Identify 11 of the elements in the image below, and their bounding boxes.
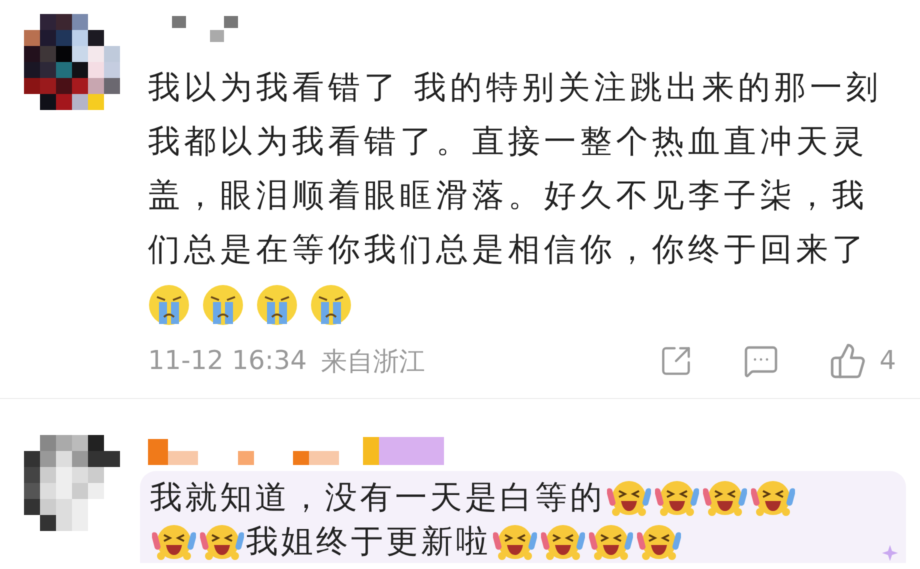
sparkle-icon bbox=[882, 545, 898, 561]
comment-time: 11-12 16:34 bbox=[148, 346, 307, 376]
comment-text: 我以为我看错了 我的特别关注跳出来的那一刻我都以为我看错了。直接一整个热血直冲天灵盖，眼泪顺着眼眶滑落。好久不见李子柒，我们总是在等你我们总是相信你，你终于回来了 bbox=[148, 67, 884, 270]
crying-face-icon bbox=[256, 284, 298, 326]
like-button[interactable]: 4 bbox=[829, 342, 896, 380]
comment-text: 我就知道，没有一天是白等的 bbox=[150, 477, 605, 518]
comment-location: 来自浙江 bbox=[320, 346, 425, 378]
crying-face-icon bbox=[310, 284, 352, 326]
comment-text: 我姐终于更新啦 bbox=[246, 521, 491, 562]
crying-face-icon bbox=[202, 284, 244, 326]
crying-face-icon bbox=[148, 284, 190, 326]
